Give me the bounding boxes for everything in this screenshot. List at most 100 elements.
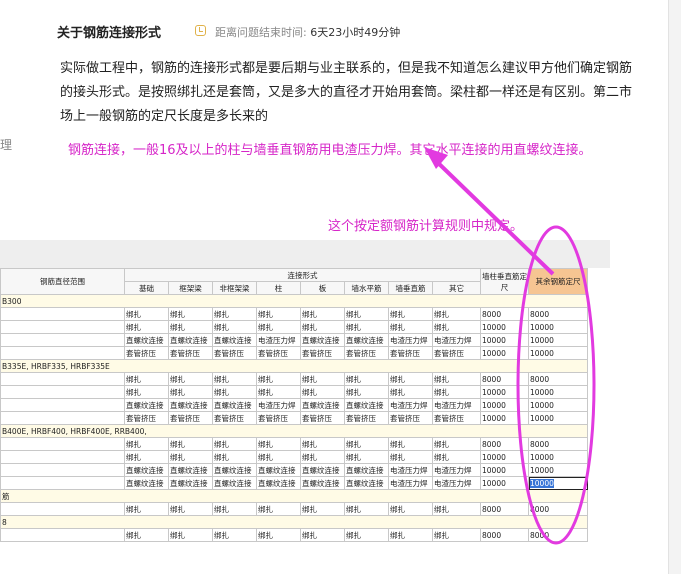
connection-cell[interactable]: 电渣压力焊 bbox=[388, 476, 433, 490]
connection-cell[interactable]: 电渣压力焊 bbox=[432, 476, 481, 490]
connection-cell[interactable]: 电渣压力焊 bbox=[432, 398, 481, 412]
other-length-cell[interactable]: 10000 bbox=[528, 450, 588, 464]
connection-cell[interactable]: 直螺纹连接 bbox=[124, 333, 169, 347]
connection-cell[interactable]: 绑扎 bbox=[388, 372, 433, 386]
connection-cell[interactable]: 套管挤压 bbox=[344, 346, 389, 360]
connection-cell[interactable]: 绑扎 bbox=[256, 437, 301, 451]
connection-cell[interactable]: 绑扎 bbox=[432, 437, 481, 451]
connection-cell[interactable]: 绑扎 bbox=[432, 528, 481, 542]
range-cell[interactable] bbox=[0, 450, 125, 464]
connection-cell[interactable]: 直螺纹连接 bbox=[168, 398, 213, 412]
connection-cell[interactable]: 绑扎 bbox=[168, 450, 213, 464]
connection-cell[interactable]: 绑扎 bbox=[432, 372, 481, 386]
vertical-length-cell[interactable]: 8000 bbox=[480, 502, 529, 516]
connection-cell[interactable]: 绑扎 bbox=[256, 307, 301, 321]
connection-cell[interactable]: 绑扎 bbox=[388, 528, 433, 542]
connection-cell[interactable]: 绑扎 bbox=[344, 437, 389, 451]
range-cell[interactable] bbox=[0, 307, 125, 321]
range-cell[interactable] bbox=[0, 528, 125, 542]
selected-value[interactable]: 10000 bbox=[530, 478, 554, 488]
connection-cell[interactable]: 绑扎 bbox=[344, 450, 389, 464]
connection-cell[interactable]: 绑扎 bbox=[344, 320, 389, 334]
vertical-length-cell[interactable]: 8000 bbox=[480, 437, 529, 451]
connection-cell[interactable]: 电渣压力焊 bbox=[388, 333, 433, 347]
connection-cell[interactable]: 直螺纹连接 bbox=[168, 463, 213, 477]
other-length-cell[interactable]: 10000 bbox=[528, 333, 588, 347]
connection-cell[interactable]: 绑扎 bbox=[124, 385, 169, 399]
connection-cell[interactable]: 套管挤压 bbox=[300, 346, 345, 360]
connection-cell[interactable]: 直螺纹连接 bbox=[344, 398, 389, 412]
connection-cell[interactable]: 绑扎 bbox=[212, 528, 257, 542]
connection-cell[interactable]: 绑扎 bbox=[256, 320, 301, 334]
connection-cell[interactable]: 绑扎 bbox=[168, 502, 213, 516]
connection-cell[interactable]: 绑扎 bbox=[300, 528, 345, 542]
connection-cell[interactable]: 绑扎 bbox=[212, 385, 257, 399]
connection-cell[interactable]: 直螺纹连接 bbox=[256, 476, 301, 490]
connection-cell[interactable]: 直螺纹连接 bbox=[300, 398, 345, 412]
vertical-length-cell[interactable]: 10000 bbox=[480, 411, 529, 425]
connection-cell[interactable]: 套管挤压 bbox=[212, 346, 257, 360]
connection-cell[interactable]: 绑扎 bbox=[256, 528, 301, 542]
connection-cell[interactable]: 绑扎 bbox=[168, 320, 213, 334]
vertical-length-cell[interactable]: 10000 bbox=[480, 450, 529, 464]
connection-cell[interactable]: 绑扎 bbox=[432, 385, 481, 399]
connection-cell[interactable]: 绑扎 bbox=[300, 307, 345, 321]
connection-cell[interactable]: 绑扎 bbox=[300, 372, 345, 386]
range-cell[interactable] bbox=[0, 372, 125, 386]
connection-cell[interactable]: 套管挤压 bbox=[432, 346, 481, 360]
connection-cell[interactable]: 绑扎 bbox=[388, 502, 433, 516]
connection-cell[interactable]: 绑扎 bbox=[124, 307, 169, 321]
range-cell[interactable] bbox=[0, 333, 125, 347]
connection-cell[interactable]: 直螺纹连接 bbox=[124, 463, 169, 477]
connection-cell[interactable]: 绑扎 bbox=[432, 307, 481, 321]
connection-cell[interactable]: 电渣压力焊 bbox=[432, 333, 481, 347]
connection-cell[interactable]: 电渣压力焊 bbox=[388, 398, 433, 412]
connection-cell[interactable]: 绑扎 bbox=[300, 320, 345, 334]
connection-cell[interactable]: 套管挤压 bbox=[256, 411, 301, 425]
connection-cell[interactable]: 绑扎 bbox=[256, 450, 301, 464]
other-length-cell[interactable]: 10000 bbox=[528, 320, 588, 334]
connection-cell[interactable]: 绑扎 bbox=[256, 372, 301, 386]
connection-cell[interactable]: 绑扎 bbox=[124, 320, 169, 334]
vertical-length-cell[interactable]: 10000 bbox=[480, 463, 529, 477]
other-length-cell[interactable]: 10000 bbox=[528, 346, 588, 360]
range-cell[interactable] bbox=[0, 437, 125, 451]
range-cell[interactable] bbox=[0, 346, 125, 360]
connection-cell[interactable]: 绑扎 bbox=[168, 372, 213, 386]
other-length-cell[interactable]: 8000 bbox=[528, 502, 588, 516]
connection-cell[interactable]: 直螺纹连接 bbox=[344, 333, 389, 347]
connection-cell[interactable]: 绑扎 bbox=[212, 307, 257, 321]
connection-cell[interactable]: 绑扎 bbox=[388, 385, 433, 399]
connection-cell[interactable]: 绑扎 bbox=[168, 385, 213, 399]
connection-cell[interactable]: 电渣压力焊 bbox=[256, 398, 301, 412]
connection-cell[interactable]: 绑扎 bbox=[344, 528, 389, 542]
other-length-cell[interactable]: 10000 bbox=[528, 385, 588, 399]
connection-cell[interactable]: 绑扎 bbox=[124, 502, 169, 516]
connection-cell[interactable]: 绑扎 bbox=[344, 385, 389, 399]
other-length-cell[interactable]: 10000 bbox=[528, 476, 588, 490]
connection-cell[interactable]: 绑扎 bbox=[124, 450, 169, 464]
connection-cell[interactable]: 套管挤压 bbox=[168, 411, 213, 425]
connection-cell[interactable]: 绑扎 bbox=[300, 385, 345, 399]
connection-cell[interactable]: 直螺纹连接 bbox=[212, 476, 257, 490]
other-length-cell[interactable]: 10000 bbox=[528, 411, 588, 425]
range-cell[interactable] bbox=[0, 502, 125, 516]
connection-cell[interactable]: 绑扎 bbox=[124, 528, 169, 542]
other-length-cell[interactable]: 10000 bbox=[528, 463, 588, 477]
connection-cell[interactable]: 套管挤压 bbox=[124, 411, 169, 425]
connection-cell[interactable]: 绑扎 bbox=[212, 372, 257, 386]
connection-cell[interactable]: 电渣压力焊 bbox=[432, 463, 481, 477]
connection-cell[interactable]: 绑扎 bbox=[432, 502, 481, 516]
vertical-length-cell[interactable]: 10000 bbox=[480, 346, 529, 360]
connection-cell[interactable]: 绑扎 bbox=[124, 437, 169, 451]
vertical-length-cell[interactable]: 8000 bbox=[480, 528, 529, 542]
connection-cell[interactable]: 直螺纹连接 bbox=[124, 476, 169, 490]
connection-cell[interactable]: 套管挤压 bbox=[388, 346, 433, 360]
other-length-cell[interactable]: 8000 bbox=[528, 437, 588, 451]
connection-cell[interactable]: 套管挤压 bbox=[212, 411, 257, 425]
connection-cell[interactable]: 绑扎 bbox=[124, 372, 169, 386]
connection-cell[interactable]: 直螺纹连接 bbox=[300, 476, 345, 490]
connection-cell[interactable]: 绑扎 bbox=[300, 502, 345, 516]
connection-cell[interactable]: 绑扎 bbox=[432, 320, 481, 334]
connection-cell[interactable]: 直螺纹连接 bbox=[212, 333, 257, 347]
